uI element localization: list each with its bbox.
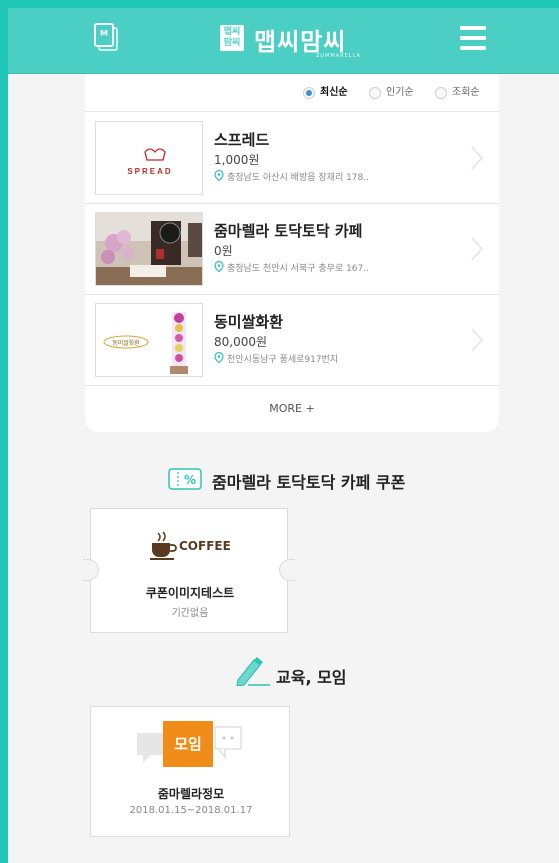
chevron-right-icon xyxy=(471,237,484,261)
pencil-icon xyxy=(236,657,270,686)
meeting-badge: 모임 xyxy=(163,721,213,767)
coupon-period: 기간없음 xyxy=(171,608,209,619)
coupon-name: 쿠폰이미지테스트 xyxy=(145,586,235,600)
percent-coupon-icon: % xyxy=(168,468,202,490)
top-header: M 맵씨 맘씨 맵씨맘씨 ZUMMARELLA xyxy=(8,8,559,74)
list-item[interactable]: SPREAD 스프레드 1,000원 충청남도 아산시 배방읍 장재리 178.… xyxy=(85,113,499,204)
svg-text:동미쌀화환: 동미쌀화환 xyxy=(112,339,140,347)
brand-logo[interactable]: 맵씨 맘씨 맵씨맘씨 ZUMMARELLA xyxy=(220,22,380,62)
store-price: 1,000원 xyxy=(214,153,260,167)
book-front-shape: M xyxy=(94,23,114,47)
location-pin-icon xyxy=(214,352,224,363)
meeting-date: 2018.01.15~2018.01.17 xyxy=(129,805,253,816)
coffee-cup-icon xyxy=(150,531,177,560)
sort-option-label: 인기순 xyxy=(386,87,414,98)
store-address: 충청남도 천안시 서북구 충무로 167.. xyxy=(227,264,369,274)
svg-text:%: % xyxy=(184,473,196,487)
logo-text: 맵씨맘씨 xyxy=(254,28,347,56)
hamburger-menu-icon[interactable] xyxy=(460,26,486,50)
coupon-card[interactable]: COFFEE 쿠폰이미지테스트 기간없음 xyxy=(83,508,295,633)
store-thumbnail xyxy=(95,212,203,286)
coupon-notch-left xyxy=(83,559,99,581)
store-thumbnail: 동미쌀화환 xyxy=(95,303,203,377)
coffee-logo: COFFEE xyxy=(149,531,239,561)
radio-empty-icon xyxy=(435,87,447,99)
coffee-label: COFFEE xyxy=(179,539,231,553)
more-button[interactable]: MORE + xyxy=(85,395,499,425)
list-item[interactable]: 줌마렐라 토닥토닥 카페 0원 충청남도 천안시 서북구 충무로 167.. xyxy=(85,204,499,295)
store-price: 80,000원 xyxy=(214,335,268,349)
location-pin-icon xyxy=(214,170,224,181)
chevron-right-icon xyxy=(471,146,484,170)
logo-subtitle: ZUMMARELLA xyxy=(316,53,361,59)
chevron-right-icon xyxy=(471,328,484,352)
meeting-image: 모임 xyxy=(137,721,245,775)
logo-mark: 맵씨 맘씨 xyxy=(220,25,244,51)
list-item[interactable]: 동미쌀화환 동미쌀화환 80,000원 천안시동남구 풍세로917번지 xyxy=(85,295,499,386)
sort-bar: 최신순 인기순 조회순 xyxy=(85,74,499,112)
svg-text:SPREAD: SPREAD xyxy=(127,167,172,176)
radio-empty-icon xyxy=(369,87,381,99)
meeting-name: 줌마렐라정모 xyxy=(157,787,225,801)
sort-option-label: 조회순 xyxy=(452,87,480,98)
store-address: 천안시동남구 풍세로917번지 xyxy=(227,355,339,365)
app-frame: M 맵씨 맘씨 맵씨맘씨 ZUMMARELLA 최신순 인기순 조회순 SPRE… xyxy=(8,8,559,863)
store-list-card: 최신순 인기순 조회순 SPREAD 스프레드 1,000원 충청남도 아산시 … xyxy=(85,74,499,432)
meeting-card[interactable]: 모임 줌마렐라정모 2018.01.15~2018.01.17 xyxy=(90,706,290,837)
coupon-book-icon[interactable]: M xyxy=(94,23,118,51)
coupon-notch-right xyxy=(279,559,295,581)
location-pin-icon xyxy=(214,261,224,272)
store-thumbnail: SPREAD xyxy=(95,121,203,195)
store-title: 줌마렐라 토닥토닥 카페 xyxy=(214,222,363,240)
store-title: 스프레드 xyxy=(214,131,270,149)
radio-selected-icon xyxy=(303,87,315,99)
sort-option-label: 최신순 xyxy=(320,87,348,98)
store-address: 충청남도 아산시 배방읍 장재리 178.. xyxy=(227,173,369,183)
store-price: 0원 xyxy=(214,244,233,258)
coupon-section-title: 줌마렐라 토닥토닥 카페 쿠폰 xyxy=(212,473,406,492)
store-title: 동미쌀화환 xyxy=(214,313,284,331)
meeting-section-title: 교육, 모임 xyxy=(276,668,347,687)
